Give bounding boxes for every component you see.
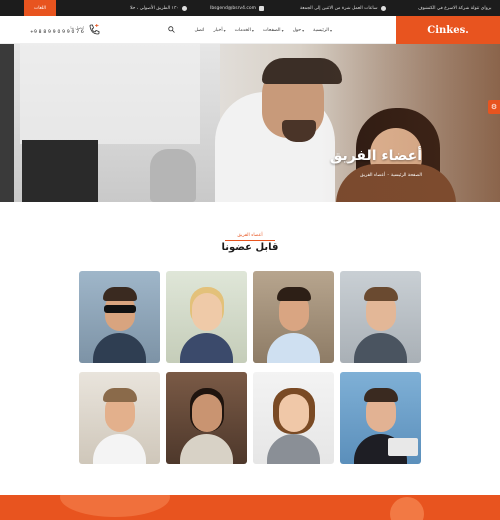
nav-item-news[interactable]: أخبار ▾ xyxy=(213,28,225,33)
notice-item: برواي تتولة شركة الاسرع في الكنشوف xyxy=(418,0,492,16)
nav-label[interactable]: حول xyxy=(293,28,302,33)
member-photo-face xyxy=(192,293,222,331)
phone-icon xyxy=(89,24,100,35)
laptop-icon xyxy=(388,438,418,456)
nav-label[interactable]: اتصل xyxy=(194,28,204,33)
address-text: ١٣٠ الطريق الأصولي ، حلا xyxy=(130,5,179,11)
breadcrumb-separator: - xyxy=(387,173,389,178)
chevron-down-icon: ▾ xyxy=(251,27,254,33)
team-member-card[interactable] xyxy=(253,372,334,464)
team-member-card[interactable] xyxy=(166,271,247,363)
hero-photo-monitor xyxy=(22,140,98,202)
section-tag: أعضاء الفريق xyxy=(225,233,275,241)
member-photo-hair xyxy=(277,287,311,301)
main-header: اتصل بنا +9 8 8 9 9 0 9 9 0 7 6 الرئيسية… xyxy=(0,16,500,44)
member-photo-hair xyxy=(364,388,398,402)
breadcrumb-current: أعضاء الفريق xyxy=(360,173,386,178)
hero-banner: أعضاء الفريق أعضاء الفريق - الصفحة الرئي… xyxy=(0,44,500,202)
clock-icon xyxy=(380,5,386,11)
nav-item-pages[interactable]: الصفحات ▾ xyxy=(263,28,284,33)
hero-photo-man-beard xyxy=(282,120,316,142)
member-photo-hair xyxy=(103,287,137,301)
footer-cta-band xyxy=(0,495,500,520)
breadcrumb-home[interactable]: الصفحة الرئيسية xyxy=(391,173,422,178)
hero-overlay xyxy=(320,44,500,202)
member-photo-face xyxy=(279,394,309,432)
nav-label[interactable]: الصفحات xyxy=(263,28,281,33)
breadcrumb: أعضاء الفريق - الصفحة الرئيسية xyxy=(360,173,422,178)
sunglasses-icon xyxy=(104,305,136,313)
nav-item-about[interactable]: حول ▾ xyxy=(293,28,305,33)
nav-item-contact[interactable]: اتصل xyxy=(194,28,204,33)
hours-item: ساعات العمل شرة من الاثنين إلى الجمعة xyxy=(300,0,386,16)
mail-icon xyxy=(258,5,264,11)
team-member-card[interactable] xyxy=(79,372,160,464)
team-member-card[interactable] xyxy=(340,271,421,363)
page-title: أعضاء الفريق xyxy=(329,148,422,164)
location-icon xyxy=(181,5,187,11)
search-icon[interactable] xyxy=(168,26,175,33)
team-member-card[interactable] xyxy=(79,271,160,363)
member-photo-hair xyxy=(364,287,398,301)
decorative-shape xyxy=(390,497,424,520)
email-text[interactable]: Ibsgend@bsrv4.com xyxy=(210,6,256,11)
nav-label[interactable]: الخدمات xyxy=(235,28,251,33)
email-item[interactable]: Ibsgend@bsrv4.com xyxy=(210,0,264,16)
chevron-down-icon: ▾ xyxy=(302,27,305,33)
main-nav: الرئيسية ▾ حول ▾ الصفحات ▾ الخدمات ▾ أخبار ▾ … xyxy=(194,16,332,44)
nav-label[interactable]: أخبار xyxy=(213,28,222,33)
team-member-card[interactable] xyxy=(340,372,421,464)
team-grid xyxy=(79,271,421,465)
logo[interactable]: Cinkes. xyxy=(396,16,500,44)
phone-contact[interactable]: اتصل بنا +9 8 8 9 9 0 9 9 0 7 6 xyxy=(30,22,100,38)
chevron-down-icon: ▾ xyxy=(329,27,332,33)
hero-photo-pillar xyxy=(0,44,14,202)
nav-label[interactable]: الرئيسية xyxy=(313,28,329,33)
hero-photo-chair xyxy=(150,149,196,202)
gear-icon[interactable]: ⚙ xyxy=(488,100,500,114)
member-photo-hair xyxy=(103,388,137,402)
nav-item-services[interactable]: الخدمات ▾ xyxy=(235,28,254,33)
team-member-card[interactable] xyxy=(253,271,334,363)
section-title: قابل عضونا xyxy=(221,242,279,253)
team-member-card[interactable] xyxy=(166,372,247,464)
phone-number[interactable]: +9 8 8 9 9 0 9 9 0 7 6 xyxy=(30,30,84,35)
address-item: ١٣٠ الطريق الأصولي ، حلا xyxy=(130,0,187,16)
chevron-down-icon: ▾ xyxy=(281,27,284,33)
chevron-down-icon: ▾ xyxy=(223,27,226,33)
hero-photo-window xyxy=(20,44,200,144)
hours-text: ساعات العمل شرة من الاثنين إلى الجمعة xyxy=(300,5,378,11)
language-button[interactable]: اللغات xyxy=(24,0,56,16)
decorative-shape xyxy=(60,495,170,517)
notice-text: برواي تتولة شركة الاسرع في الكنشوف xyxy=(418,5,492,11)
top-bar: اللغات ١٣٠ الطريق الأصولي ، حلا Ibsgend@… xyxy=(0,0,500,16)
nav-item-home[interactable]: الرئيسية ▾ xyxy=(313,28,332,33)
member-photo-face xyxy=(192,394,222,432)
